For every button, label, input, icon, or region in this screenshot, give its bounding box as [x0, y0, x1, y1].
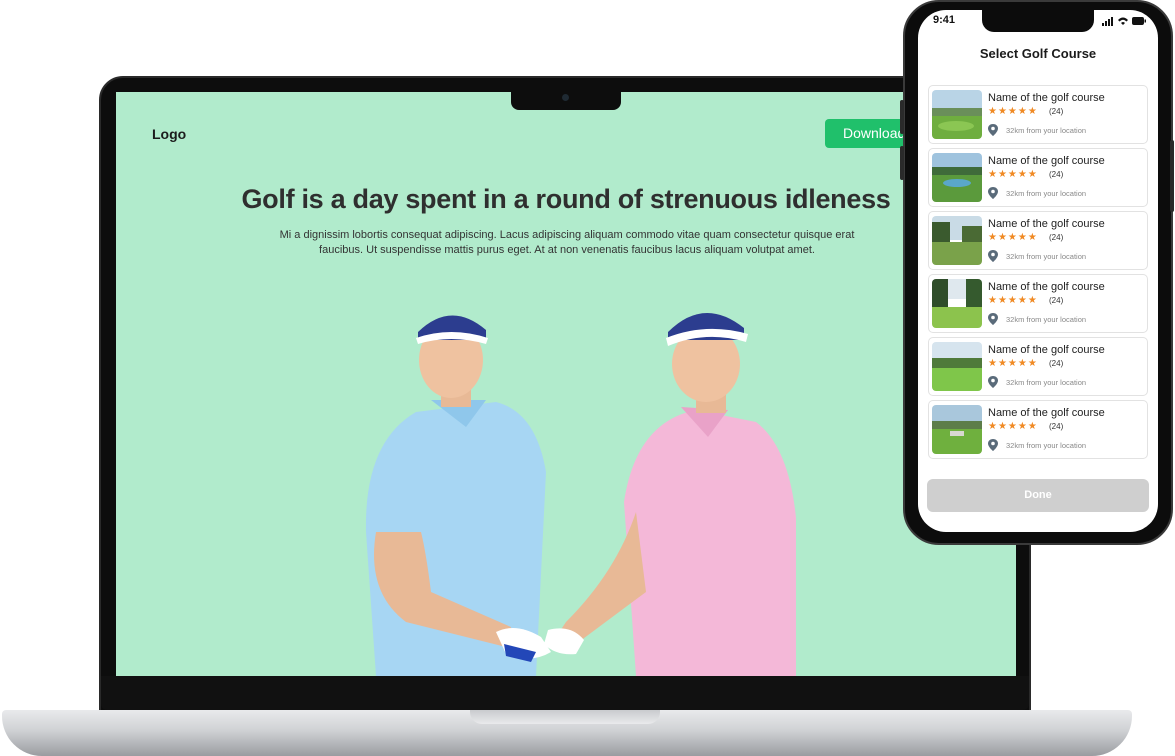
- course-card[interactable]: Name of the golf course ★★★★★ (24) 32km …: [928, 85, 1148, 144]
- course-list: Name of the golf course ★★★★★ (24) 32km …: [928, 85, 1148, 463]
- course-card[interactable]: Name of the golf course ★★★★★ (24) 32km …: [928, 148, 1148, 207]
- rating-stars: ★★★★★: [988, 358, 1038, 369]
- laptop-chin: [101, 676, 1029, 710]
- rating-stars: ★★★★★: [988, 169, 1038, 180]
- course-card[interactable]: Name of the golf course ★★★★★ (24) 32km …: [928, 337, 1148, 396]
- review-count: (24): [1049, 359, 1064, 368]
- course-card[interactable]: Name of the golf course ★★★★★ (24) 32km …: [928, 274, 1148, 333]
- wifi-icon: [1118, 17, 1128, 25]
- rating-stars: ★★★★★: [988, 232, 1038, 243]
- rating-stars: ★★★★★: [988, 106, 1038, 117]
- review-count: (24): [1049, 422, 1064, 431]
- course-name: Name of the golf course: [988, 155, 1105, 167]
- hero-title: Golf is a day spent in a round of strenu…: [241, 184, 891, 214]
- course-thumbnail: [932, 153, 982, 202]
- phone-volume-button: [900, 100, 904, 134]
- course-distance: 32km from your location: [1006, 441, 1087, 450]
- laptop-base-groove: [470, 710, 660, 724]
- course-card[interactable]: Name of the golf course ★★★★★ (24) 32km …: [928, 400, 1148, 459]
- golfers-handshake-image: [365, 312, 796, 676]
- course-distance: 32km from your location: [1006, 189, 1087, 198]
- course-name: Name of the golf course: [988, 407, 1105, 419]
- phone-side-button: [1170, 140, 1174, 212]
- review-count: (24): [1049, 170, 1064, 179]
- phone-volume-button: [900, 146, 904, 180]
- done-button[interactable]: Done: [927, 479, 1149, 512]
- hero-description: Mi a dignissim lobortis consequat adipis…: [279, 229, 855, 256]
- phone-screen: 9:41 Select Golf Course Name of the golf…: [918, 10, 1158, 532]
- review-count: (24): [1049, 233, 1064, 242]
- phone-notch: [982, 10, 1094, 32]
- course-card[interactable]: Name of the golf course ★★★★★ (24) 32km …: [928, 211, 1148, 270]
- course-thumbnail: [932, 279, 982, 328]
- course-name: Name of the golf course: [988, 92, 1105, 104]
- location-pin-icon: [988, 376, 998, 388]
- location-pin-icon: [988, 313, 998, 325]
- signal-icon: [1102, 23, 1104, 26]
- location-pin-icon: [988, 187, 998, 199]
- battery-icon: [1132, 17, 1144, 25]
- course-name: Name of the golf course: [988, 281, 1105, 293]
- rating-stars: ★★★★★: [988, 295, 1038, 306]
- review-count: (24): [1049, 107, 1064, 116]
- course-distance: 32km from your location: [1006, 315, 1087, 324]
- camera-icon: [562, 94, 569, 101]
- course-distance: 32km from your location: [1006, 252, 1087, 261]
- status-time: 9:41: [933, 14, 956, 26]
- landing-page: Logo Download Golf is a day spent in a r…: [116, 92, 1016, 676]
- page-title: Select Golf Course: [979, 46, 1097, 61]
- site-logo[interactable]: Logo: [152, 126, 186, 142]
- location-pin-icon: [988, 250, 998, 262]
- location-pin-icon: [988, 124, 998, 136]
- course-distance: 32km from your location: [1006, 126, 1087, 135]
- rating-stars: ★★★★★: [988, 421, 1038, 432]
- location-pin-icon: [988, 439, 998, 451]
- review-count: (24): [1049, 296, 1064, 305]
- course-name: Name of the golf course: [988, 218, 1105, 230]
- course-thumbnail: [932, 405, 982, 454]
- course-distance: 32km from your location: [1006, 378, 1087, 387]
- course-thumbnail: [932, 342, 982, 391]
- course-thumbnail: [932, 216, 982, 265]
- laptop-notch: [511, 90, 621, 110]
- course-thumbnail: [932, 90, 982, 139]
- status-icons: [1102, 17, 1146, 26]
- course-name: Name of the golf course: [988, 344, 1105, 356]
